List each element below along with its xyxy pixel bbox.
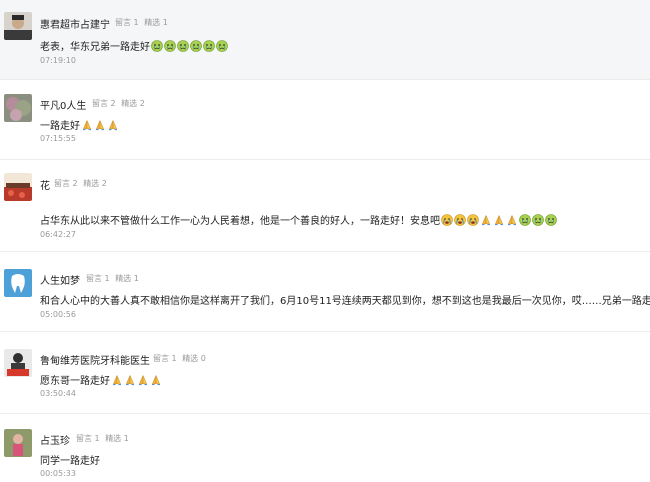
pray-hands-icon — [150, 374, 162, 389]
comment-stats: 留言 1 精选 1 — [115, 17, 171, 28]
avatar[interactable] — [4, 94, 32, 122]
comment-body: 愿东哥一路走好 — [40, 376, 110, 387]
reply-count: 留言 1 — [153, 354, 177, 363]
pray-hands-icon — [81, 119, 93, 134]
cry-face-icon — [151, 40, 163, 55]
comment-text: 愿东哥一路走好 — [40, 372, 162, 389]
cry-face-icon — [519, 214, 531, 229]
commenter-name[interactable]: 惠君超市占建宁 — [40, 16, 110, 31]
comment-item: 占玉珍 留言 1 精选 1 同学一路走好 00:05:33 — [0, 414, 650, 482]
comment-time: 03:50:44 — [40, 389, 76, 398]
avatar[interactable] — [4, 173, 32, 201]
comment-time: 05:00:56 — [40, 310, 76, 319]
commenter-name[interactable]: 鲁甸维芳医院牙科能医生 — [40, 352, 150, 367]
pick-count: 精选 1 — [115, 274, 139, 283]
pick-count: 精选 1 — [105, 434, 129, 443]
pray-hands-icon — [107, 119, 119, 134]
pray-hands-icon — [480, 214, 492, 229]
sob-face-icon — [454, 214, 466, 229]
comment-body: 一路走好 — [40, 121, 80, 132]
comment-time: 00:05:33 — [40, 469, 76, 478]
comment-stats: 留言 1 精选 1 — [76, 433, 132, 444]
reply-count: 留言 2 — [54, 179, 78, 188]
comment-text: 老表，华东兄弟一路走好 — [40, 38, 228, 55]
emoji-row — [150, 40, 228, 55]
comment-body: 老表，华东兄弟一路走好 — [40, 42, 150, 53]
pick-count: 精选 0 — [182, 354, 206, 363]
comment-time: 07:19:10 — [40, 56, 76, 65]
comment-body: 和合人心中的大善人真不敢相信你是这样离开了我们，6月10号11号连续两天都见到你… — [40, 296, 650, 307]
pray-hands-icon — [111, 374, 123, 389]
comment-text: 占华东从此以来不管做什么工作一心为人民着想，他是一个善良的好人，一路走好！安息吧 — [40, 212, 557, 229]
reply-count: 留言 1 — [76, 434, 100, 443]
comment-body: 占华东从此以来不管做什么工作一心为人民着想，他是一个善良的好人，一路走好！安息吧 — [40, 216, 440, 227]
reply-count: 留言 2 — [92, 99, 116, 108]
comment-stats: 留言 1 精选 1 — [86, 273, 142, 284]
avatar[interactable] — [4, 269, 32, 297]
pray-hands-icon — [506, 214, 518, 229]
comment-item: 鲁甸维芳医院牙科能医生 留言 1 精选 0 愿东哥一路走好 03:50:44 — [0, 332, 650, 414]
comment-time: 07:15:55 — [40, 134, 76, 143]
sob-face-icon — [467, 214, 479, 229]
commenter-name[interactable]: 花 — [40, 177, 50, 192]
pick-count: 精选 2 — [83, 179, 107, 188]
cry-face-icon — [216, 40, 228, 55]
cry-face-icon — [545, 214, 557, 229]
emoji-row — [110, 374, 162, 389]
avatar[interactable] — [4, 429, 32, 457]
emoji-row — [80, 119, 119, 134]
comment-stats: 留言 2 精选 2 — [92, 98, 148, 109]
comment-text: 和合人心中的大善人真不敢相信你是这样离开了我们，6月10号11号连续两天都见到你… — [40, 292, 650, 307]
pray-hands-icon — [493, 214, 505, 229]
comment-time: 06:42:27 — [40, 230, 76, 239]
avatar[interactable] — [4, 349, 32, 377]
comment-item: 平凡0人生 留言 2 精选 2 一路走好 07:15:55 — [0, 80, 650, 160]
comment-item: 惠君超市占建宁 留言 1 精选 1 老表，华东兄弟一路走好 07:19:10 — [0, 0, 650, 80]
sob-face-icon — [441, 214, 453, 229]
cry-face-icon — [203, 40, 215, 55]
comment-stats: 留言 1 精选 0 — [153, 353, 209, 364]
comment-item: 花 留言 2 精选 2 占华东从此以来不管做什么工作一心为人民着想，他是一个善良… — [0, 160, 650, 252]
commenter-name[interactable]: 人生如梦 — [40, 272, 80, 287]
comment-stats: 留言 2 精选 2 — [54, 178, 110, 189]
cry-face-icon — [177, 40, 189, 55]
commenter-name[interactable]: 占玉珍 — [40, 432, 70, 447]
comment-list: 惠君超市占建宁 留言 1 精选 1 老表，华东兄弟一路走好 07:19:10 平… — [0, 0, 650, 482]
comment-text: 同学一路走好 — [40, 452, 100, 467]
comment-item: 人生如梦 留言 1 精选 1 和合人心中的大善人真不敢相信你是这样离开了我们，6… — [0, 252, 650, 332]
comment-text: 一路走好 — [40, 117, 119, 134]
reply-count: 留言 1 — [86, 274, 110, 283]
pick-count: 精选 1 — [144, 18, 168, 27]
emoji-row — [440, 214, 557, 229]
pray-hands-icon — [137, 374, 149, 389]
comment-body: 同学一路走好 — [40, 456, 100, 467]
cry-face-icon — [164, 40, 176, 55]
avatar[interactable] — [4, 12, 32, 40]
pick-count: 精选 2 — [121, 99, 145, 108]
reply-count: 留言 1 — [115, 18, 139, 27]
cry-face-icon — [532, 214, 544, 229]
commenter-name[interactable]: 平凡0人生 — [40, 97, 86, 112]
pray-hands-icon — [94, 119, 106, 134]
pray-hands-icon — [124, 374, 136, 389]
cry-face-icon — [190, 40, 202, 55]
